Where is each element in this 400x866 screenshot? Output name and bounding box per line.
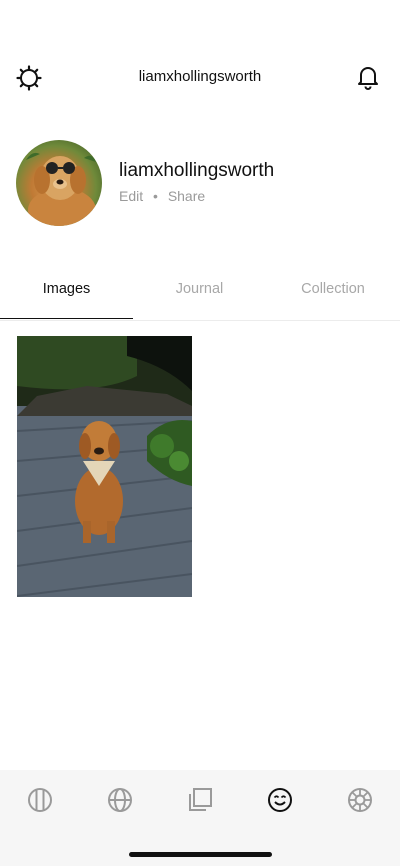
avatar-dog-image xyxy=(26,152,96,226)
share-link[interactable]: Share xyxy=(168,188,205,204)
home-indicator[interactable] xyxy=(129,852,272,857)
tab-collection[interactable]: Collection xyxy=(266,270,400,318)
edit-link[interactable]: Edit xyxy=(119,188,143,204)
grid-image[interactable] xyxy=(17,336,192,597)
profile-section: liamxhollingsworth Edit • Share xyxy=(16,140,386,230)
columns-icon[interactable] xyxy=(27,787,53,813)
dog-on-deck-photo xyxy=(17,336,192,597)
smiley-icon[interactable] xyxy=(267,787,293,813)
stack-icon[interactable] xyxy=(187,787,213,813)
profile-actions: Edit • Share xyxy=(119,188,205,204)
profile-username: liamxhollingsworth xyxy=(119,160,275,181)
top-bar: liamxhollingsworth xyxy=(0,56,400,100)
avatar[interactable] xyxy=(16,140,102,226)
profile-tabs: Images Journal Collection xyxy=(0,270,400,321)
globe-icon[interactable] xyxy=(107,787,133,813)
tab-images[interactable]: Images xyxy=(0,270,133,319)
tab-journal[interactable]: Journal xyxy=(133,270,266,318)
header-title: liamxhollingsworth xyxy=(138,68,262,85)
image-grid xyxy=(17,336,192,597)
separator-dot: • xyxy=(153,188,158,204)
bell-icon[interactable] xyxy=(356,64,380,90)
aperture-icon[interactable] xyxy=(347,787,373,813)
